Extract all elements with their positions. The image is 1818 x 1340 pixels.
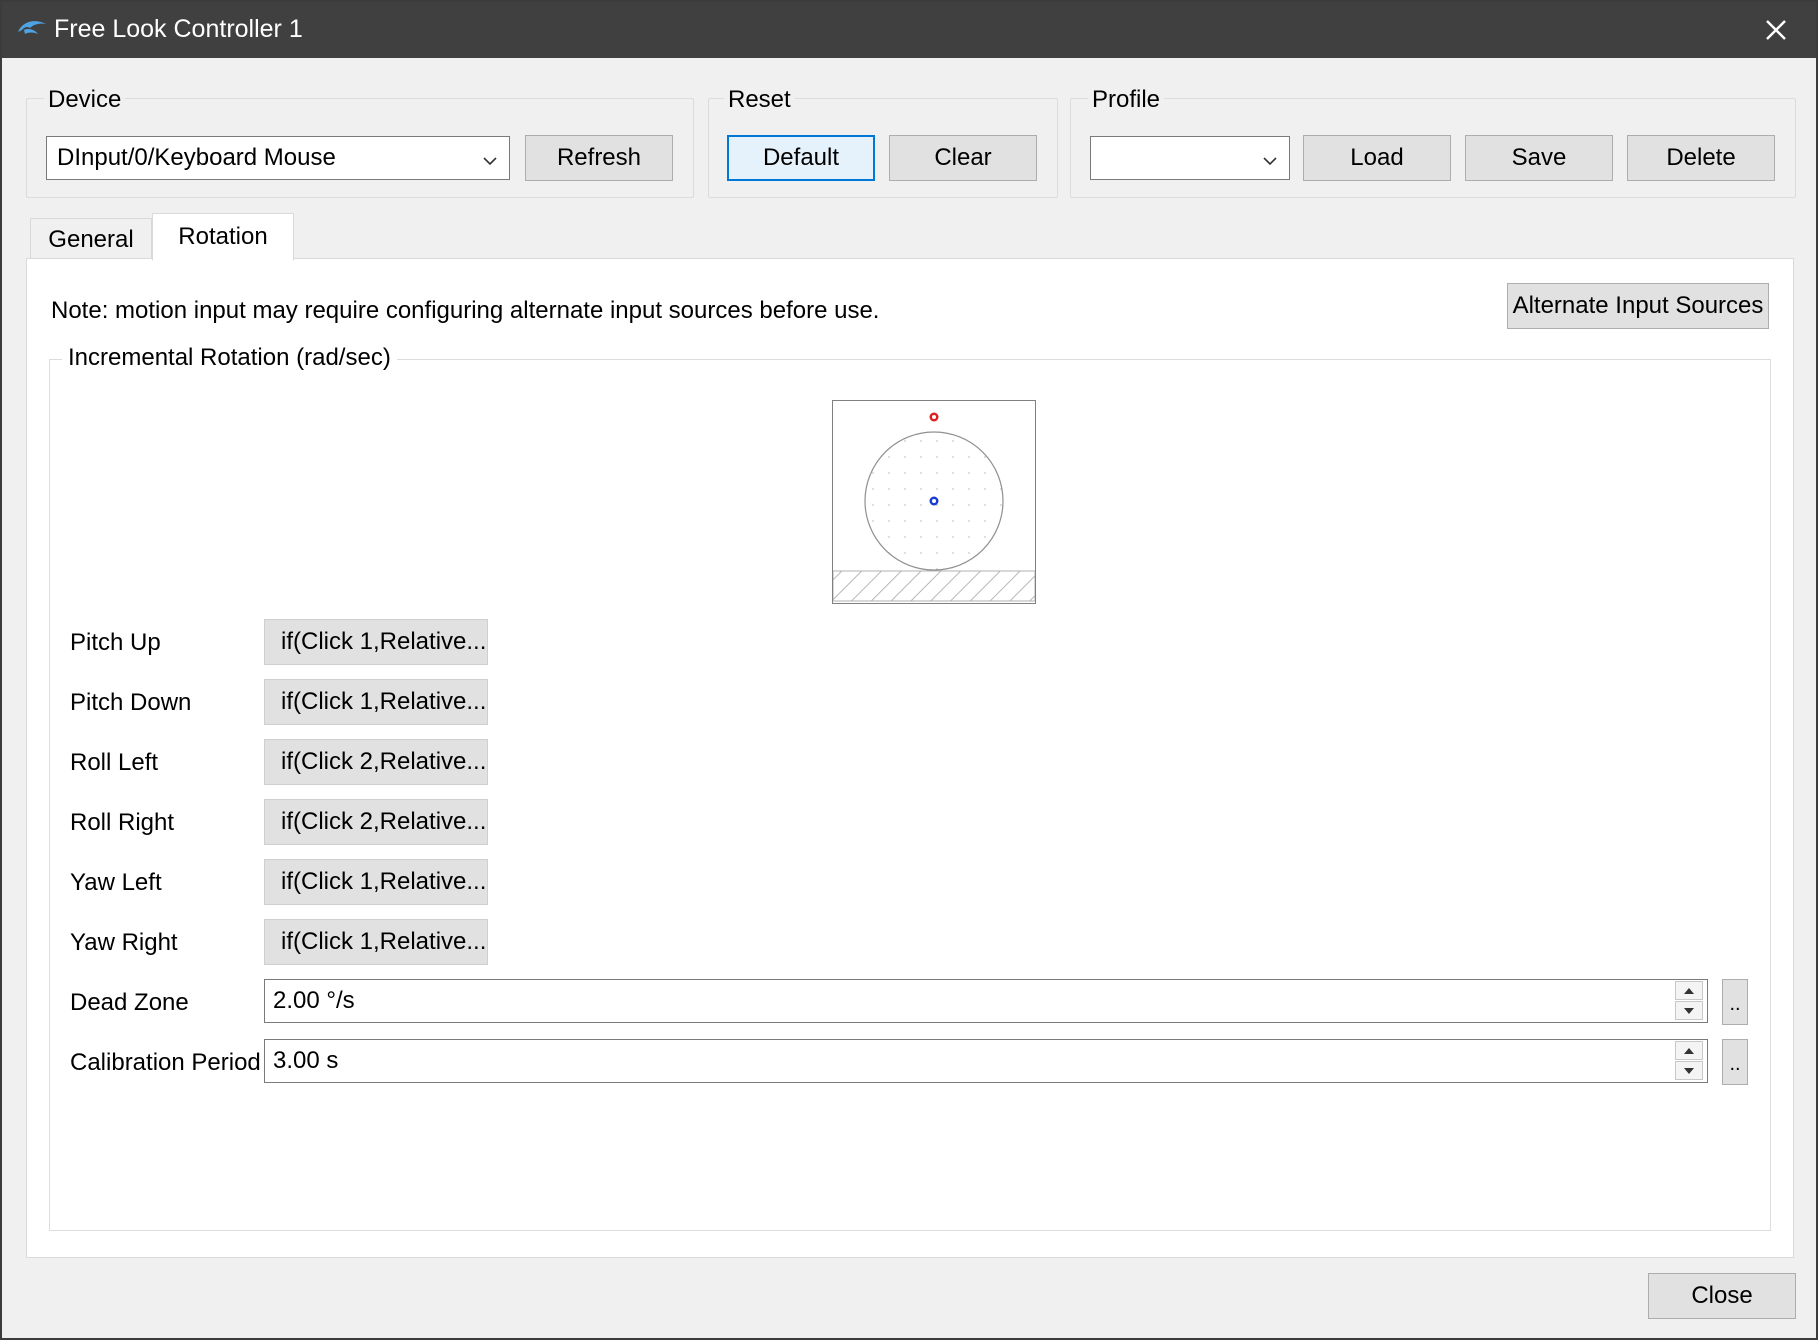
- dead-zone-value: 2.00 °/s: [273, 987, 355, 1014]
- yaw-right-label: Yaw Right: [70, 929, 178, 956]
- roll-right-mapping-button[interactable]: if(Click 2,Relative...: [264, 799, 488, 845]
- motion-input-note: Note: motion input may require configuri…: [51, 297, 880, 324]
- incremental-rotation-group-label: Incremental Rotation (rad/sec): [62, 344, 397, 372]
- tab-rotation[interactable]: Rotation: [152, 213, 294, 261]
- pitch-up-mapping-button[interactable]: if(Click 1,Relative...: [264, 619, 488, 665]
- calibration-period-spinner: [1673, 1040, 1707, 1082]
- spin-down-icon[interactable]: [1675, 1061, 1703, 1080]
- dead-zone-label: Dead Zone: [70, 989, 189, 1016]
- profile-group-label: Profile: [1088, 86, 1165, 114]
- device-select[interactable]: DInput/0/Keyboard Mouse: [46, 136, 510, 180]
- save-button[interactable]: Save: [1465, 135, 1613, 181]
- calibration-period-more-button[interactable]: ..: [1722, 1039, 1748, 1085]
- close-button[interactable]: Close: [1648, 1273, 1796, 1319]
- indicator-red-dot: [929, 412, 939, 422]
- chevron-down-icon: [481, 149, 499, 167]
- yaw-left-mapping-button[interactable]: if(Click 1,Relative...: [264, 859, 488, 905]
- spin-up-icon[interactable]: [1675, 1041, 1703, 1060]
- dead-zone-more-button[interactable]: ..: [1722, 979, 1748, 1025]
- device-group-label: Device: [44, 86, 126, 114]
- close-window-icon[interactable]: [1758, 12, 1794, 48]
- pitch-down-label: Pitch Down: [70, 689, 192, 716]
- device-select-value: DInput/0/Keyboard Mouse: [57, 144, 336, 171]
- title-bar[interactable]: Free Look Controller 1: [2, 2, 1816, 58]
- profile-select[interactable]: [1090, 136, 1290, 180]
- dead-zone-input[interactable]: 2.00 °/s: [264, 979, 1708, 1023]
- pitch-up-label: Pitch Up: [70, 629, 161, 656]
- clear-button[interactable]: Clear: [889, 135, 1037, 181]
- dolphin-logo-icon: [16, 16, 48, 42]
- rotation-indicator: [832, 400, 1036, 604]
- incremental-rotation-group: Incremental Rotation (rad/sec) Pitch Up …: [49, 344, 1771, 1231]
- roll-left-mapping-button[interactable]: if(Click 2,Relative...: [264, 739, 488, 785]
- pitch-down-mapping-button[interactable]: if(Click 1,Relative...: [264, 679, 488, 725]
- refresh-button[interactable]: Refresh: [525, 135, 673, 181]
- dead-zone-spinner: [1673, 980, 1707, 1022]
- yaw-left-label: Yaw Left: [70, 869, 162, 896]
- yaw-right-mapping-button[interactable]: if(Click 1,Relative...: [264, 919, 488, 965]
- window-title: Free Look Controller 1: [54, 15, 303, 43]
- indicator-blue-dot: [929, 496, 939, 506]
- alternate-input-sources-button[interactable]: Alternate Input Sources: [1507, 283, 1769, 329]
- roll-right-label: Roll Right: [70, 809, 175, 836]
- load-button[interactable]: Load: [1303, 135, 1451, 181]
- tab-general[interactable]: General: [30, 218, 152, 260]
- spin-up-icon[interactable]: [1675, 981, 1703, 1000]
- spin-down-icon[interactable]: [1675, 1001, 1703, 1020]
- rotation-tab-panel: Note: motion input may require configuri…: [26, 258, 1794, 1258]
- calibration-period-value: 3.00 s: [273, 1047, 339, 1074]
- default-button[interactable]: Default: [727, 135, 875, 181]
- chevron-down-icon: [1261, 149, 1279, 167]
- calibration-period-input[interactable]: 3.00 s: [264, 1039, 1708, 1083]
- delete-button[interactable]: Delete: [1627, 135, 1775, 181]
- roll-left-label: Roll Left: [70, 749, 159, 776]
- reset-group-label: Reset: [724, 86, 795, 114]
- free-look-controller-window: Free Look Controller 1 Device DInput/0/K…: [0, 0, 1818, 1340]
- calibration-period-label: Calibration Period: [70, 1049, 261, 1076]
